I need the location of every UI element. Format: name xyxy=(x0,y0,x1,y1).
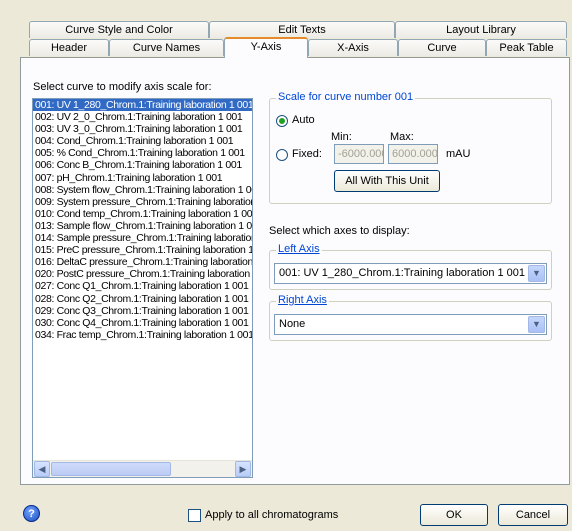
scale-group: Scale for curve number 001 Auto Min: Max… xyxy=(269,91,552,204)
max-label: Max: xyxy=(390,131,414,143)
list-item[interactable]: 009: System pressure_Chrom.1:Training la… xyxy=(33,196,252,208)
list-item[interactable]: 002: UV 2_0_Chrom.1:Training laboration … xyxy=(33,111,252,123)
apply-all-label: Apply to all chromatograms xyxy=(205,509,339,521)
tab-peak-table[interactable]: Peak Table xyxy=(486,39,567,56)
tab-x-axis[interactable]: X-Axis xyxy=(308,39,398,56)
tab-row-bottom: Header Curve Names Y-Axis X-Axis Curve P… xyxy=(29,37,567,58)
help-icon[interactable]: ? xyxy=(23,505,40,522)
tab-edit-texts[interactable]: Edit Texts xyxy=(209,21,395,38)
right-axis-value: None xyxy=(279,318,306,330)
right-axis-select[interactable]: None ▼ xyxy=(274,314,547,335)
list-item[interactable]: 029: Conc Q3_Chrom.1:Training laboration… xyxy=(33,305,252,317)
auto-label-text: Auto xyxy=(292,114,315,126)
list-item[interactable]: 001: UV 1_280_Chrom.1:Training laboratio… xyxy=(33,99,252,112)
list-item[interactable]: 015: PreC pressure_Chrom.1:Training labo… xyxy=(33,244,252,256)
left-axis-value: 001: UV 1_280_Chrom.1:Training laboratio… xyxy=(279,267,526,279)
list-item[interactable]: 016: DeltaC pressure_Chrom.1:Training la… xyxy=(33,256,252,268)
scroll-left-icon[interactable]: ◀ xyxy=(34,461,50,477)
fixed-label: Fixed: xyxy=(292,148,322,160)
max-input[interactable]: 6000.000 xyxy=(388,144,438,164)
auto-label: Auto xyxy=(292,114,315,126)
chevron-down-icon[interactable]: ▼ xyxy=(528,265,545,282)
tab-y-axis[interactable]: Y-Axis xyxy=(224,37,308,58)
scroll-thumb[interactable] xyxy=(51,462,171,476)
list-item[interactable]: 030: Conc Q4_Chrom.1:Training laboration… xyxy=(33,317,252,329)
auto-radio[interactable] xyxy=(276,115,288,127)
list-item[interactable]: 013: Sample flow_Chrom.1:Training labora… xyxy=(33,220,252,232)
unit-label: mAU xyxy=(446,148,471,160)
chevron-down-icon[interactable]: ▼ xyxy=(528,316,545,333)
cancel-button[interactable]: Cancel xyxy=(498,504,568,526)
list-item[interactable]: 006: Conc B_Chrom.1:Training laboration … xyxy=(33,159,252,171)
left-axis-title: Left Axis xyxy=(276,243,322,255)
list-item[interactable]: 014: Sample pressure_Chrom.1:Training la… xyxy=(33,232,252,244)
tab-layout-library[interactable]: Layout Library xyxy=(395,21,567,38)
list-item[interactable]: 007: pH_Chrom.1:Training laboration 1 00… xyxy=(33,172,252,184)
tab-curve-names[interactable]: Curve Names xyxy=(109,39,224,56)
curve-listbox[interactable]: 001: UV 1_280_Chrom.1:Training laboratio… xyxy=(32,98,253,478)
tab-panel: Select curve to modify axis scale for: 0… xyxy=(20,57,570,485)
fixed-radio[interactable] xyxy=(276,149,288,161)
apply-all-checkbox[interactable] xyxy=(188,509,201,522)
list-item[interactable]: 003: UV 3_0_Chrom.1:Training laboration … xyxy=(33,123,252,135)
all-with-this-unit-button[interactable]: All With This Unit xyxy=(334,170,440,192)
scroll-right-icon[interactable]: ▶ xyxy=(235,461,251,477)
ok-button[interactable]: OK xyxy=(420,504,488,526)
list-item[interactable]: 028: Conc Q2_Chrom.1:Training laboration… xyxy=(33,293,252,305)
curve-list: 001: UV 1_280_Chrom.1:Training laboratio… xyxy=(33,99,252,341)
list-item[interactable]: 005: % Cond_Chrom.1:Training laboration … xyxy=(33,147,252,159)
left-axis-group: Left Axis 001: UV 1_280_Chrom.1:Training… xyxy=(269,243,552,290)
left-axis-select[interactable]: 001: UV 1_280_Chrom.1:Training laboratio… xyxy=(274,263,547,284)
tab-header[interactable]: Header xyxy=(29,39,109,56)
scale-group-title: Scale for curve number 001 xyxy=(276,91,416,103)
tab-curve-style-and-color[interactable]: Curve Style and Color xyxy=(29,21,209,38)
right-axis-title: Right Axis xyxy=(276,294,329,306)
min-input[interactable]: -6000.000 xyxy=(334,144,384,164)
right-axis-group: Right Axis None ▼ xyxy=(269,294,552,341)
axes-prompt: Select which axes to display: xyxy=(269,225,410,237)
list-item[interactable]: 010: Cond temp_Chrom.1:Training laborati… xyxy=(33,208,252,220)
horizontal-scrollbar[interactable]: ◀ ▶ xyxy=(33,460,252,477)
list-item[interactable]: 034: Frac temp_Chrom.1:Training laborati… xyxy=(33,329,252,341)
list-item[interactable]: 020: PostC pressure_Chrom.1:Training lab… xyxy=(33,268,252,280)
min-label: Min: xyxy=(331,131,352,143)
list-item[interactable]: 008: System flow_Chrom.1:Training labora… xyxy=(33,184,252,196)
list-item[interactable]: 004: Cond_Chrom.1:Training laboration 1 … xyxy=(33,135,252,147)
curve-select-label: Select curve to modify axis scale for: xyxy=(33,81,212,93)
list-item[interactable]: 027: Conc Q1_Chrom.1:Training laboration… xyxy=(33,280,252,292)
tab-curve[interactable]: Curve xyxy=(398,39,486,56)
